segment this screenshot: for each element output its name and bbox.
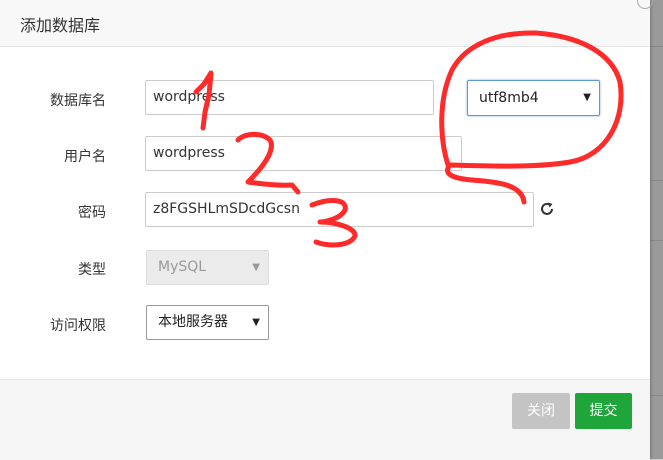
caret-down-icon: ▼ — [252, 317, 260, 328]
dialog-footer: 关闭 提交 — [0, 379, 650, 460]
page-backdrop — [650, 0, 663, 459]
access-select-value: 本地服务器 — [158, 314, 228, 330]
type-label: 类型 — [78, 262, 106, 278]
access-label: 访问权限 — [50, 318, 106, 334]
type-select-value: MySQL — [158, 259, 207, 275]
charset-select[interactable]: utf8mb4 ▼ — [467, 80, 600, 116]
caret-down-icon: ▼ — [583, 92, 591, 103]
submit-button[interactable]: 提交 — [575, 393, 632, 429]
dialog-title: 添加数据库 — [20, 16, 101, 35]
access-select[interactable]: 本地服务器 ▼ — [146, 305, 269, 340]
password-label: 密码 — [78, 205, 106, 221]
db-name-label: 数据库名 — [50, 93, 106, 109]
username-label: 用户名 — [64, 149, 106, 165]
password-input[interactable]: z8FGSHLmSDcdGcsn — [145, 192, 534, 227]
refresh-icon[interactable] — [539, 201, 555, 217]
db-name-input[interactable]: wordpress — [145, 80, 434, 115]
username-input[interactable]: wordpress — [145, 136, 462, 171]
dialog-header: 添加数据库 — [0, 0, 653, 47]
caret-down-icon: ▼ — [252, 262, 260, 273]
type-select: MySQL ▼ — [146, 250, 269, 285]
add-database-dialog: 添加数据库 数据库名 wordpress utf8mb4 ▼ 用户名 wordp… — [0, 0, 653, 460]
charset-select-value: utf8mb4 — [479, 90, 539, 106]
close-button[interactable]: 关闭 — [512, 393, 570, 429]
